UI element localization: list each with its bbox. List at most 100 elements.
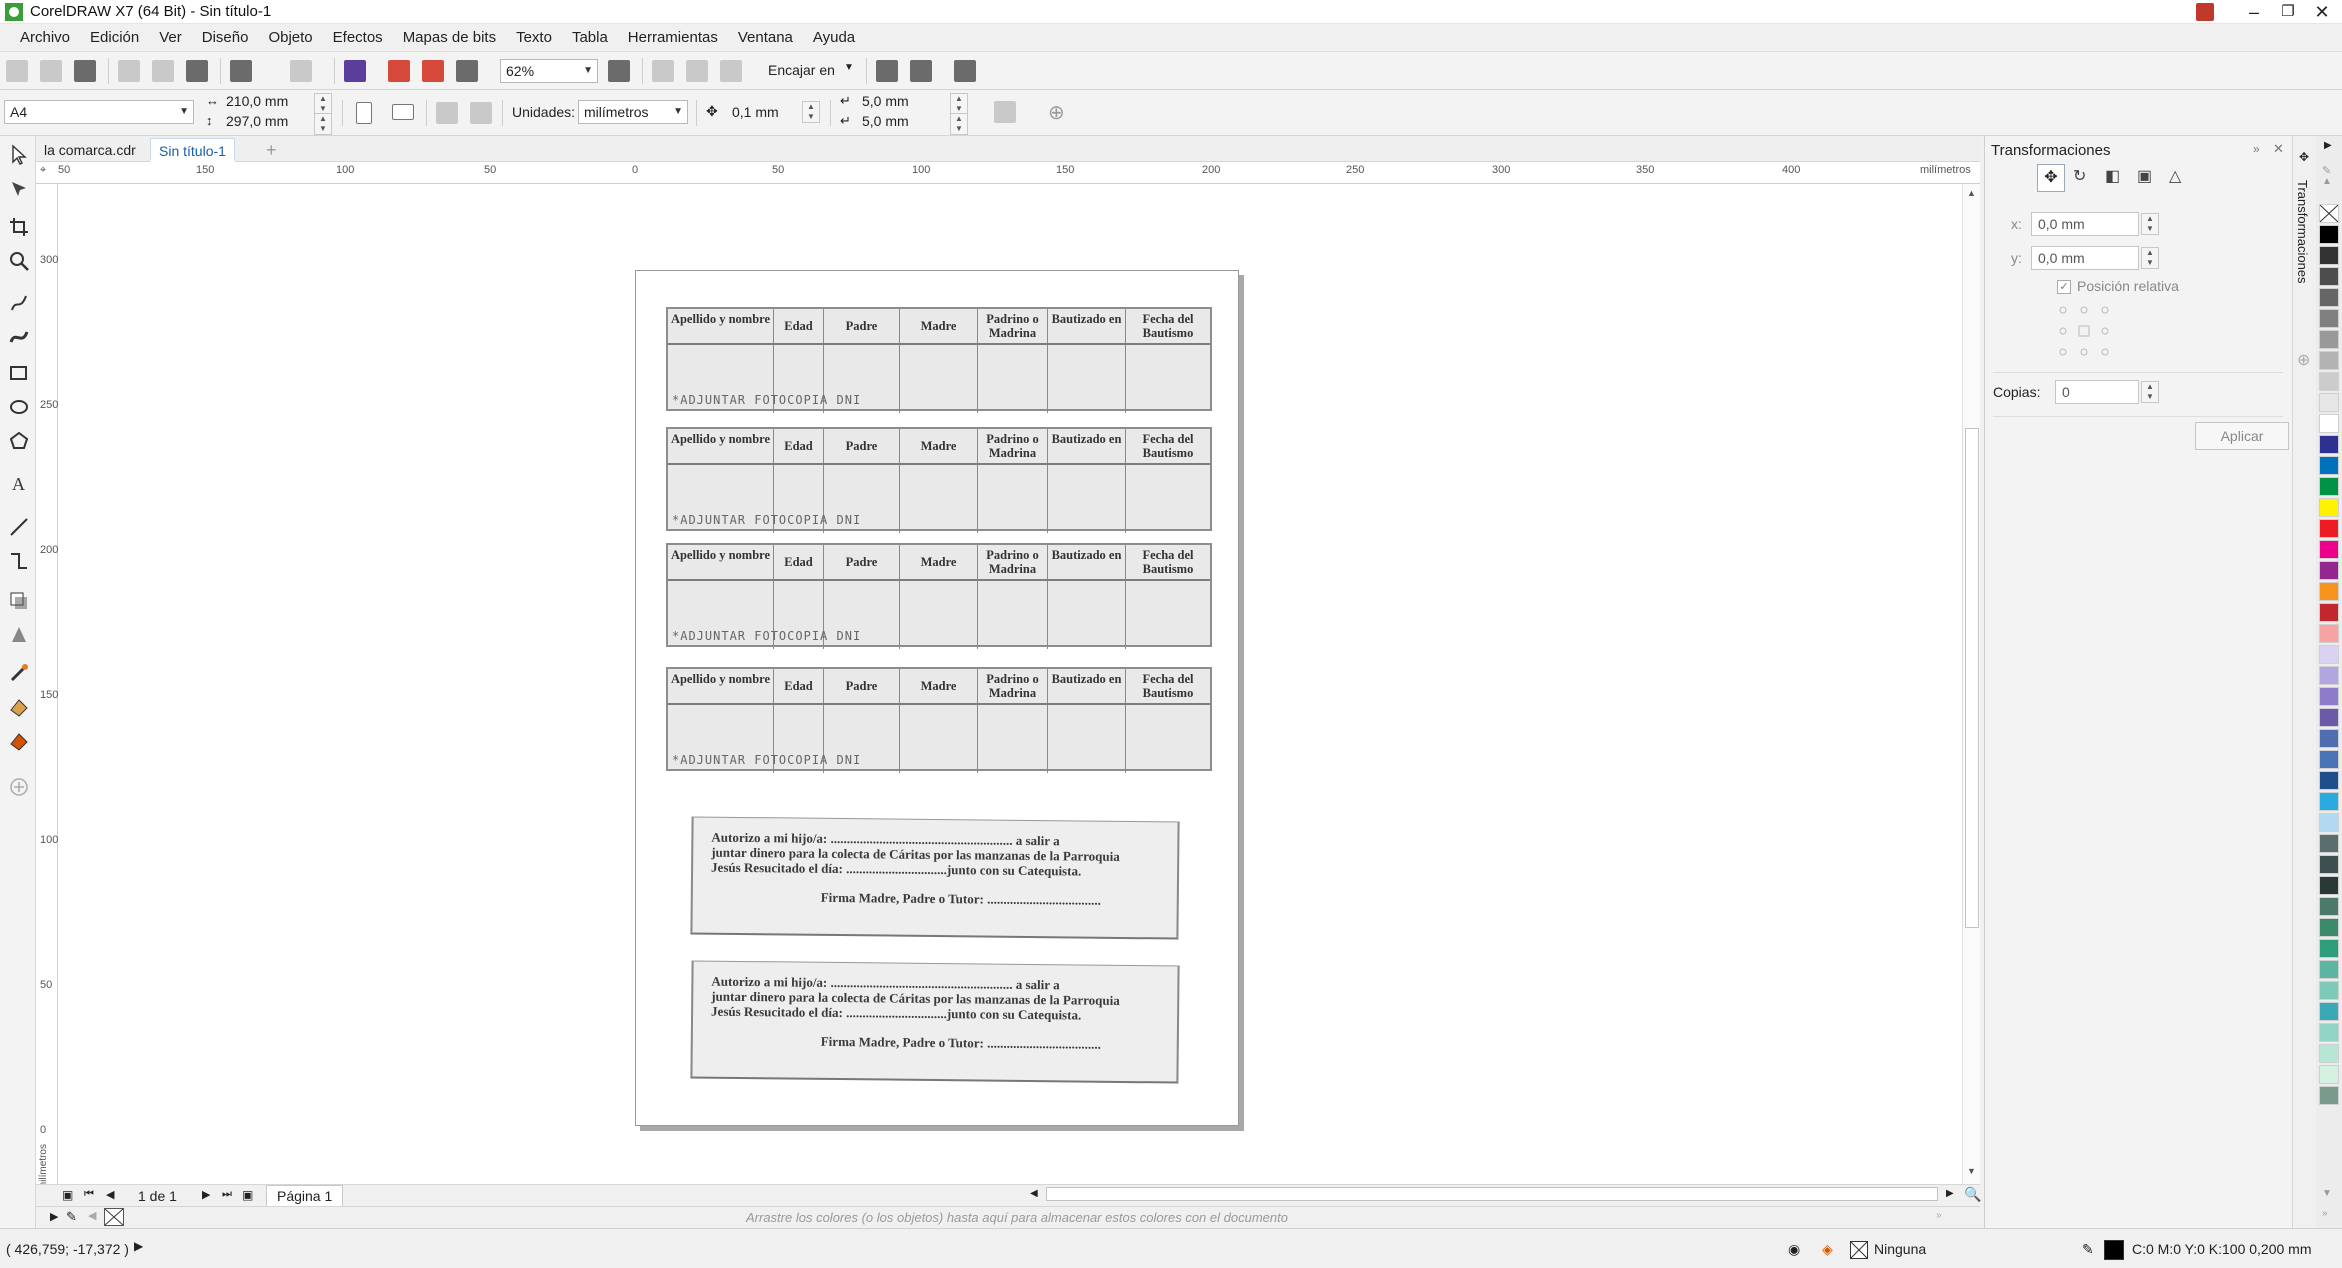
add-tool-icon[interactable] xyxy=(8,776,30,798)
color-swatch[interactable] xyxy=(2319,393,2339,412)
baptism-table[interactable]: Apellido y nombre Edad Padre Madre Padri… xyxy=(666,543,1212,649)
interactive-fill-icon[interactable] xyxy=(8,696,30,718)
full-screen-icon[interactable] xyxy=(608,60,630,82)
restore-icon[interactable]: ❐ xyxy=(2272,0,2304,24)
crop-tool-icon[interactable] xyxy=(8,216,30,238)
snap-to-dropdown[interactable]: Encajar en xyxy=(768,62,835,78)
menu-texto[interactable]: Texto xyxy=(506,29,562,46)
x-position-field[interactable]: 0,0 mm xyxy=(2031,212,2139,236)
current-page-icon[interactable] xyxy=(470,102,492,124)
treat-as-filled-icon[interactable] xyxy=(994,101,1016,123)
size-mode-icon[interactable]: ▣ xyxy=(2137,166,2152,186)
units-combo[interactable]: milímetros ▼ xyxy=(578,100,688,124)
skew-mode-icon[interactable]: △ xyxy=(2169,166,2181,186)
color-swatch[interactable] xyxy=(2319,666,2339,685)
color-swatch[interactable] xyxy=(2319,729,2339,748)
color-swatch[interactable] xyxy=(2319,288,2339,307)
color-swatch[interactable] xyxy=(2319,1044,2339,1063)
menu-ayuda[interactable]: Ayuda xyxy=(803,29,865,46)
menu-ventana[interactable]: Ventana xyxy=(728,29,803,46)
export-icon[interactable] xyxy=(422,60,444,82)
drop-shadow-icon[interactable] xyxy=(8,590,30,612)
horizontal-ruler[interactable]: ⌖ 50 150 100 50 0 50 100 150 200 250 300… xyxy=(36,162,1980,184)
color-swatch[interactable] xyxy=(2319,792,2339,811)
snap-chevron-down-icon[interactable]: ▼ xyxy=(844,62,854,73)
first-page-icon[interactable]: ⏮ xyxy=(84,1188,94,1201)
last-page-icon[interactable]: ⏭ xyxy=(222,1188,232,1201)
document-page[interactable]: Apellido y nombre Edad Padre Madre Padri… xyxy=(635,270,1239,1126)
mirror-mode-icon[interactable]: ◧ xyxy=(2105,166,2120,186)
dup-x-spinner[interactable]: ▲ ▼ xyxy=(950,93,968,115)
color-swatch[interactable] xyxy=(2319,1086,2339,1105)
scroll-left-icon[interactable]: ◀ xyxy=(1030,1188,1038,1199)
palette-expand-icon[interactable]: » xyxy=(2322,1208,2328,1219)
transparency-icon[interactable] xyxy=(8,624,30,646)
menu-ver[interactable]: Ver xyxy=(149,29,192,46)
color-swatch[interactable] xyxy=(2319,1002,2339,1021)
apply-button[interactable]: Aplicar xyxy=(2195,422,2289,450)
palette-scroll-left-icon[interactable]: ◀ xyxy=(88,1209,96,1222)
add-page-before-icon[interactable]: ▣ xyxy=(62,1188,73,1202)
y-spinner[interactable]: ▲ ▼ xyxy=(2141,247,2159,269)
next-page-icon[interactable]: ▶ xyxy=(202,1188,210,1201)
color-eyedropper-icon[interactable] xyxy=(8,662,30,684)
relative-position-checkbox[interactable]: ✓ xyxy=(2057,280,2071,294)
palette-scroll-right-icon[interactable]: » xyxy=(1936,1210,1942,1221)
cut-icon[interactable] xyxy=(118,60,140,82)
y-position-field[interactable]: 0,0 mm xyxy=(2031,246,2139,270)
options-icon[interactable] xyxy=(876,60,898,82)
publish-pdf-icon[interactable] xyxy=(456,60,478,82)
polygon-tool-icon[interactable] xyxy=(8,430,30,452)
palette-menu-icon[interactable]: ▶ xyxy=(2324,140,2332,151)
color-swatch[interactable] xyxy=(2319,519,2339,538)
paste-icon[interactable] xyxy=(186,60,208,82)
color-swatch[interactable] xyxy=(2319,309,2339,328)
eyedropper-icon[interactable]: ✎ xyxy=(66,1209,77,1225)
freehand-tool-icon[interactable] xyxy=(8,292,30,314)
zoom-magnifier-icon[interactable]: 🔍 xyxy=(1964,1186,1981,1203)
color-swatch[interactable] xyxy=(2319,246,2339,265)
menu-diseno[interactable]: Diseño xyxy=(192,29,259,46)
vertical-scroll-thumb[interactable] xyxy=(1965,428,1979,928)
menu-objeto[interactable]: Objeto xyxy=(258,29,322,46)
search-content-icon[interactable] xyxy=(344,60,366,82)
height-spinner[interactable]: ▲ ▼ xyxy=(314,113,332,135)
open-icon[interactable] xyxy=(40,60,62,82)
tab-sin-titulo[interactable]: Sin título-1 xyxy=(150,138,235,162)
color-swatch[interactable] xyxy=(2319,624,2339,643)
minimize-icon[interactable]: – xyxy=(2238,0,2270,24)
add-tool-plus-icon[interactable]: ⊕ xyxy=(1048,100,1065,125)
color-swatch[interactable] xyxy=(2319,960,2339,979)
prev-page-icon[interactable]: ◀ xyxy=(106,1188,114,1201)
color-swatch[interactable] xyxy=(2319,834,2339,853)
color-swatch[interactable] xyxy=(2319,771,2339,790)
color-swatch[interactable] xyxy=(2319,225,2339,244)
undo-icon[interactable] xyxy=(230,60,252,82)
menu-edicion[interactable]: Edición xyxy=(80,29,149,46)
color-swatch[interactable] xyxy=(2319,1023,2339,1042)
nudge-spinner[interactable]: ▲ ▼ xyxy=(802,101,820,123)
page-width-field[interactable]: 210,0 mm xyxy=(226,93,288,109)
zoom-level-combo[interactable]: 62% ▼ xyxy=(500,59,598,83)
ruler-origin-icon[interactable]: ⌖ xyxy=(40,164,46,177)
color-swatch[interactable] xyxy=(2319,813,2339,832)
dup-y-spinner[interactable]: ▲ ▼ xyxy=(950,113,968,135)
parallel-dimension-icon[interactable] xyxy=(8,516,30,538)
color-swatch[interactable] xyxy=(2319,540,2339,559)
import-icon[interactable] xyxy=(388,60,410,82)
artistic-media-icon[interactable] xyxy=(8,326,30,348)
width-spinner[interactable]: ▲ ▼ xyxy=(314,93,332,115)
nudge-field[interactable]: 0,1 mm xyxy=(732,104,779,120)
fill-none-swatch-icon[interactable] xyxy=(1850,1241,1868,1259)
docker-close-icon[interactable]: ✕ xyxy=(2273,141,2284,157)
color-swatch[interactable] xyxy=(2319,750,2339,769)
rectangle-tool-icon[interactable] xyxy=(8,362,30,384)
copy-icon[interactable] xyxy=(152,60,174,82)
connector-tool-icon[interactable] xyxy=(8,550,30,572)
text-tool-icon[interactable]: A xyxy=(8,472,30,494)
color-swatch[interactable] xyxy=(2319,855,2339,874)
redo-icon[interactable] xyxy=(290,60,312,82)
color-proofing-icon[interactable]: ◉ xyxy=(1788,1241,1800,1258)
copies-spinner[interactable]: ▲ ▼ xyxy=(2141,381,2159,403)
smart-fill-icon[interactable] xyxy=(8,730,30,752)
